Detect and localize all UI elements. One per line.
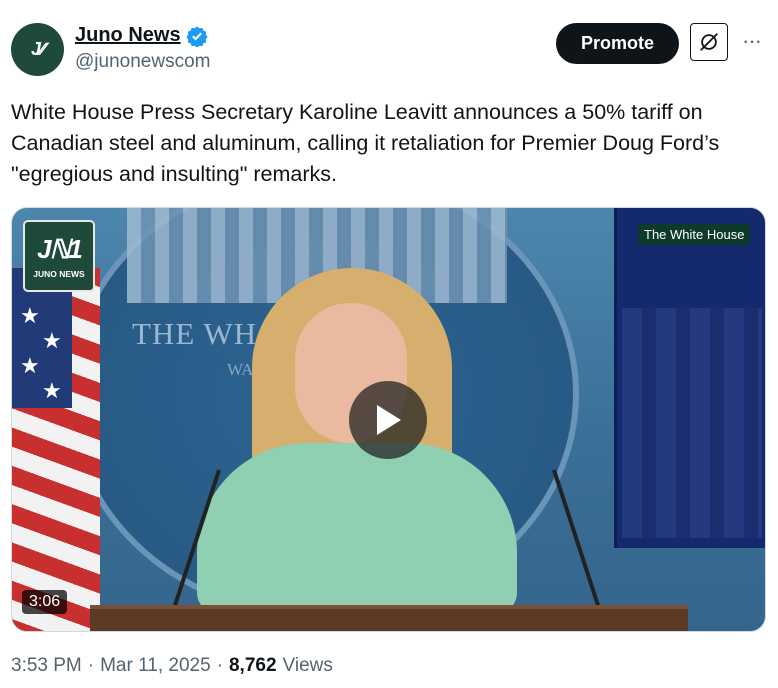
post-date[interactable]: Mar 11, 2025 <box>100 655 211 677</box>
post-time[interactable]: 3:53 PM <box>11 655 82 677</box>
video-duration: 3:06 <box>22 590 68 614</box>
play-icon <box>377 405 401 435</box>
more-options-icon[interactable]: ··· <box>742 28 762 54</box>
juno-news-logo: Jℕ1 JUNO NEWS <box>23 220 95 292</box>
meta-separator: · <box>216 655 223 676</box>
flag-star-icon: ★ <box>42 378 62 403</box>
grok-button[interactable] <box>690 23 728 61</box>
speaker-body <box>197 443 517 613</box>
screen-building-graphic <box>622 308 762 538</box>
tweet-text: White House Press Secretary Karoline Lea… <box>11 100 720 186</box>
avatar-text: J∕∕ <box>30 39 45 59</box>
video-player[interactable]: THE WH OUSE WA The White House ★ ★ ★ ★ J… <box>11 207 766 632</box>
microphone-right <box>552 469 603 614</box>
flag-star-icon: ★ <box>42 328 62 353</box>
podium <box>90 605 688 631</box>
verified-badge-icon <box>185 25 208 47</box>
author-name-row: Juno News <box>75 24 208 47</box>
flag-star-icon: ★ <box>20 353 40 378</box>
logo-mark: Jℕ1 <box>37 234 83 264</box>
promote-button[interactable]: Promote <box>556 23 679 64</box>
logo-text: JUNO NEWS <box>33 269 85 279</box>
avatar[interactable]: J∕∕ <box>11 23 64 76</box>
grok-icon <box>700 33 718 51</box>
tweet-meta: 3:53 PM · Mar 11, 2025 · 8,762 Views <box>11 655 333 677</box>
views-count: 8,762 <box>228 655 277 676</box>
user-handle[interactable]: @junonewscom <box>75 51 210 73</box>
meta-separator: · <box>87 655 95 676</box>
play-button[interactable] <box>349 381 427 459</box>
views-label: Views <box>282 655 333 676</box>
display-name[interactable]: Juno News <box>75 24 181 47</box>
white-house-badge: The White House <box>638 224 751 245</box>
flag-star-icon: ★ <box>20 303 40 328</box>
seal-subtext: WA <box>227 360 254 379</box>
